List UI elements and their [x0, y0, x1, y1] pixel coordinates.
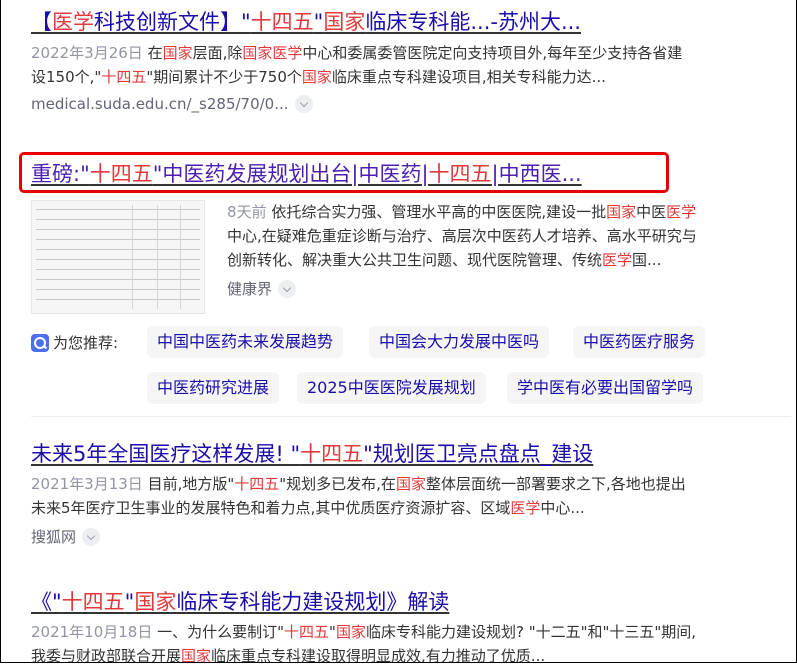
text-segment: 【: [31, 10, 52, 34]
text-segment: 层面,除: [192, 44, 243, 62]
highlight-term: 医学: [52, 10, 94, 34]
result-date: 2021年10月18日: [31, 623, 158, 641]
search-result-3: 未来5年全国医疗这样发展! "十四五"规划医卫亮点盘点_建设 2021年3月13…: [31, 440, 791, 547]
highlight-box: [19, 152, 669, 193]
text-segment: "规划多已发布,在: [279, 475, 396, 493]
text-segment: "期间累计不少于750个: [146, 68, 302, 86]
snippet-line: 中心,在疑难危重症诊断与治疗、高层次中医药人才培养、高水平研究与: [227, 224, 787, 248]
snippet-line: 创新转化、解决重大公共卫生问题、现代医院管理、传统医学国...: [227, 248, 787, 272]
text-segment: 《": [31, 590, 62, 614]
result-snippet-4: 2021年10月18日 一、为什么要制订"十四五"国家临床专科能力建设规划? "…: [31, 620, 791, 663]
result-thumbnail[interactable]: [31, 200, 205, 314]
search-result-4: 《"十四五"国家临床专科能力建设规划》解读 2021年10月18日 一、为什么要…: [31, 588, 791, 663]
result-snippet-1: 2022年3月26日 在国家层面,除国家医学中心和委属委管医院定向支持项目外,每…: [31, 41, 791, 89]
recommend-tag[interactable]: 学中医有必要出国留学吗: [507, 372, 704, 404]
highlight-term: 国家: [134, 590, 177, 614]
text-segment: "规划医卫亮点盘点_建设: [363, 442, 594, 466]
snippet-line: 2022年3月26日 在国家层面,除国家医学中心和委属委管医院定向支持项目外,每…: [31, 41, 791, 65]
snippet-line: 我委与财政部联合开展国家临床重点专科建设取得明显成效,有力推动了优质...: [31, 644, 791, 663]
text-segment: 在: [147, 44, 163, 62]
result-snippet-2: 8天前 依托综合实力强、管理水平高的中医医院,建设一批国家中医医学 中心,在疑难危…: [227, 200, 787, 272]
text-segment: 设150个,": [31, 68, 102, 86]
highlight-term: 国家: [162, 44, 193, 62]
recommend-label: 为您推荐:: [31, 332, 118, 353]
snippet-line: 2021年3月13日 目前,地方版"十四五"规划多已发布,在国家整体层面统一部署…: [31, 472, 791, 496]
text-segment: 中心,在疑难危重症诊断与治疗、高层次中医药人才培养、高水平研究与: [227, 227, 697, 245]
highlight-term: 国家: [181, 647, 212, 663]
result-snippet-3: 2021年3月13日 目前,地方版"十四五"规划多已发布,在国家整体层面统一部署…: [31, 472, 791, 520]
result-date: 2021年3月13日: [31, 475, 148, 493]
search-result-1: 【医学科技创新文件】"十四五"国家临床专科能...-苏州大... 2022年3月…: [31, 8, 791, 113]
recommend-tag[interactable]: 中国中医药未来发展趋势: [147, 326, 344, 358]
highlight-term: 国家: [242, 44, 273, 62]
result-source-2[interactable]: 健康界: [227, 278, 787, 299]
result-date: 2022年3月26日: [31, 44, 148, 62]
source-url[interactable]: medical.suda.edu.cn/_s285/70/0...: [31, 95, 289, 113]
result-title-1[interactable]: 【医学科技创新文件】"十四五"国家临床专科能...-苏州大...: [31, 8, 791, 36]
recommend-tag[interactable]: 中医药医疗服务: [573, 326, 706, 358]
text-segment: 一、为什么要制订": [157, 623, 285, 641]
source-site[interactable]: 健康界: [227, 278, 272, 299]
highlight-term: 医学: [272, 44, 303, 62]
text-segment: 依托综合实力强、管理水平高的中医医院,建设一批: [271, 203, 607, 221]
text-segment: ": [124, 590, 135, 614]
source-site[interactable]: 搜狐网: [31, 526, 76, 547]
text-segment: 中医: [636, 203, 667, 221]
highlight-term: 十四五: [234, 475, 280, 493]
chevron-down-icon[interactable]: [82, 527, 101, 546]
chevron-down-icon[interactable]: [278, 279, 297, 298]
recommend-tag[interactable]: 中国会大力发展中医吗: [369, 326, 550, 358]
highlight-term: 十四五: [61, 590, 125, 614]
highlight-term: 国家: [606, 203, 637, 221]
text-segment: 临床专科能力建设规划》解读: [176, 590, 450, 614]
text-segment: 未来5年全国医疗这样发展! ": [31, 442, 301, 466]
recommend-tag[interactable]: 2025中医医院发展规划: [297, 372, 486, 404]
highlight-term: 国家: [335, 623, 366, 641]
snippet-line: 未来5年医疗卫生事业的发展特色和着力点,其中优质医疗资源扩容、区域医学中心...: [31, 496, 791, 520]
highlight-term: 医学: [666, 203, 697, 221]
highlight-term: 医学: [510, 499, 541, 517]
text-segment: ": [313, 10, 324, 34]
text-segment: 整体层面统一部署要求之下,各地也提出: [425, 475, 686, 493]
highlight-term: 国家: [395, 475, 426, 493]
divider: [31, 416, 791, 417]
snippet-line: 2021年10月18日 一、为什么要制订"十四五"国家临床专科能力建设规划? "…: [31, 620, 791, 644]
text-segment: 临床重点专科建设项目,相关专科能力达...: [331, 68, 606, 86]
highlight-term: 国家: [323, 10, 366, 34]
search-icon: [31, 333, 49, 352]
text-segment: 目前,地方版": [147, 475, 235, 493]
text-segment: 临床重点专科建设取得明显成效,有力推动了优质...: [211, 647, 546, 663]
result-source-1[interactable]: medical.suda.edu.cn/_s285/70/0...: [31, 95, 791, 113]
text-segment: 临床专科能...-苏州大...: [365, 10, 581, 34]
result-title-4[interactable]: 《"十四五"国家临床专科能力建设规划》解读: [31, 588, 791, 616]
result-source-3[interactable]: 搜狐网: [31, 526, 791, 547]
chevron-down-icon[interactable]: [294, 95, 313, 113]
highlight-term: 国家: [301, 68, 332, 86]
result-title-3[interactable]: 未来5年全国医疗这样发展! "十四五"规划医卫亮点盘点_建设: [31, 440, 791, 468]
text-segment: 中心...: [540, 499, 585, 517]
search-results-page: 【医学科技创新文件】"十四五"国家临床专科能...-苏州大... 2022年3月…: [0, 0, 797, 663]
text-segment: 创新转化、解决重大公共卫生问题、现代医院管理、传统: [227, 251, 603, 269]
highlight-term: 医学: [602, 251, 633, 269]
highlight-term: 十四五: [300, 442, 364, 466]
snippet-line: 设150个,"十四五"期间累计不少于750个国家临床重点专科建设项目,相关专科能…: [31, 65, 791, 89]
text-segment: 国...: [632, 251, 662, 269]
text-segment: 科技创新文件】": [94, 10, 251, 34]
highlight-term: 十四五: [284, 623, 330, 641]
highlight-term: 十四五: [250, 10, 314, 34]
text-segment: 中心和委属委管医院定向支持项目外,每年至少支持各省建: [302, 44, 683, 62]
text-segment: 未来5年医疗卫生事业的发展特色和着力点,其中优质医疗资源扩容、区域: [31, 499, 511, 517]
text-segment: 临床专科能力建设规划? "十二五"和"十三五"期间,: [365, 623, 697, 641]
snippet-line: 8天前 依托综合实力强、管理水平高的中医医院,建设一批国家中医医学: [227, 200, 787, 224]
recommend-tag[interactable]: 中医药研究进展: [147, 372, 280, 404]
result-body-2: 8天前 依托综合实力强、管理水平高的中医医院,建设一批国家中医医学 中心,在疑难危…: [227, 200, 787, 299]
highlight-term: 十四五: [101, 68, 147, 86]
recommend-label-text: 为您推荐:: [53, 334, 119, 352]
text-segment: ": [329, 623, 336, 641]
text-segment: 我委与财政部联合开展: [31, 647, 182, 663]
result-date: 8天前: [227, 203, 272, 221]
